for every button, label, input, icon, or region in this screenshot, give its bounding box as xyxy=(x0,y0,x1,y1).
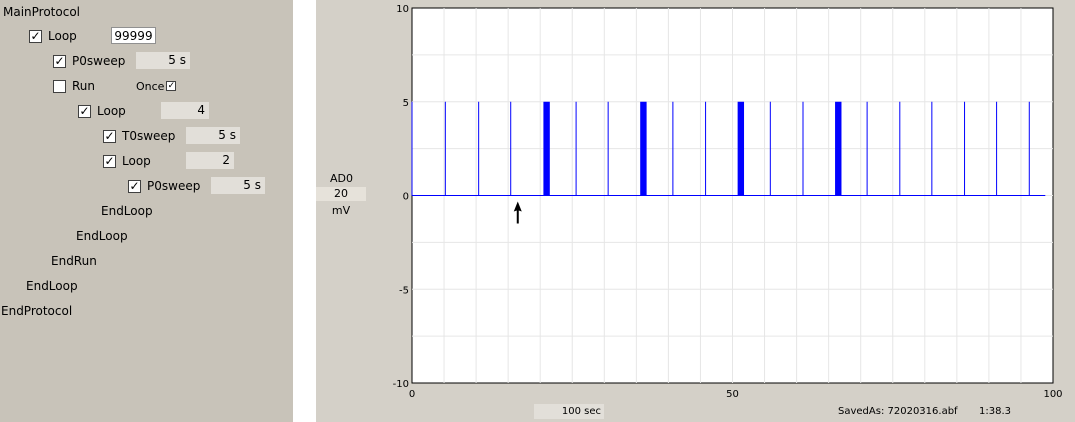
once-checkbox[interactable]: ✓ xyxy=(166,80,177,91)
y-tick-label: 0 xyxy=(403,192,409,203)
loop3-row[interactable]: ✓ Loop xyxy=(103,151,151,171)
t0sweep-duration-field[interactable]: 5 s xyxy=(186,127,240,144)
p0sweep1-row[interactable]: ✓ P0sweep xyxy=(53,51,125,71)
y-tick-label: -5 xyxy=(399,285,409,296)
main-protocol-label: MainProtocol xyxy=(3,5,81,19)
y-tick-label: -10 xyxy=(393,379,409,390)
elapsed-time: 1:38.3 xyxy=(979,406,1011,417)
loop1-checkbox[interactable]: ✓ xyxy=(29,28,42,43)
p0sweep1-label: P0sweep xyxy=(72,54,126,68)
run-row[interactable]: Run xyxy=(53,76,95,96)
endloop3-label: EndLoop xyxy=(101,204,153,218)
loop3-checkbox[interactable]: ✓ xyxy=(103,153,116,168)
t0sweep-label: T0sweep xyxy=(122,129,176,143)
endloop1-label: EndLoop xyxy=(26,279,78,293)
endloop2-label: EndLoop xyxy=(76,229,128,243)
channel-scale-field[interactable]: 20 xyxy=(316,187,366,201)
y-tick-label: 5 xyxy=(403,98,409,109)
p0sweep2-checkbox[interactable]: ✓ xyxy=(128,178,141,193)
t0sweep-row[interactable]: ✓ T0sweep xyxy=(103,126,175,146)
p0sweep2-row[interactable]: ✓ P0sweep xyxy=(128,176,200,196)
y-tick-label: 10 xyxy=(396,4,409,15)
check-icon: ✓ xyxy=(129,178,140,193)
run-checkbox[interactable] xyxy=(53,79,66,93)
channel-unit: mV xyxy=(331,204,351,217)
pulse-burst xyxy=(835,101,842,196)
timebase-field[interactable]: 100 sec xyxy=(534,404,604,419)
loop2-label: Loop xyxy=(97,104,126,118)
protocol-panel: MainProtocol ✓ Loop 99999 ✓ P0sweep 5 s … xyxy=(0,0,293,422)
pulse-burst xyxy=(737,101,745,196)
x-tick-label: 0 xyxy=(409,389,415,400)
endrun-label: EndRun xyxy=(51,254,97,268)
loop1-row[interactable]: ✓ Loop xyxy=(29,26,77,46)
check-icon: ✓ xyxy=(79,103,90,118)
check-icon: ✓ xyxy=(104,153,115,168)
scope-chart-svg[interactable]: 1050-5-100 50 100 xyxy=(366,0,1071,403)
check-icon: ✓ xyxy=(104,128,115,143)
once-label: Once xyxy=(136,79,165,93)
once-option[interactable]: Once ✓ xyxy=(136,76,177,96)
saved-as-status: SavedAs: 72020316.abf xyxy=(838,406,958,417)
splitter[interactable] xyxy=(293,0,316,422)
channel-name: AD0 xyxy=(330,172,353,185)
run-label: Run xyxy=(72,79,96,93)
p0sweep2-label: P0sweep xyxy=(147,179,201,193)
t0sweep-checkbox[interactable]: ✓ xyxy=(103,128,116,143)
loop1-count-field[interactable]: 99999 xyxy=(111,27,156,44)
p0sweep2-duration-field[interactable]: 5 s xyxy=(211,177,265,194)
loop1-label: Loop xyxy=(48,29,77,43)
end-protocol-label: EndProtocol xyxy=(1,304,73,318)
p0sweep1-duration-field[interactable]: 5 s xyxy=(136,52,190,69)
x-tick-label: 50 xyxy=(726,389,739,400)
check-icon: ✓ xyxy=(54,53,65,68)
check-icon: ✓ xyxy=(30,28,41,43)
loop3-count-field[interactable]: 2 xyxy=(186,152,234,169)
pulse-burst xyxy=(543,101,550,196)
check-icon: ✓ xyxy=(167,80,176,91)
loop2-checkbox[interactable]: ✓ xyxy=(78,103,91,118)
pulse-burst xyxy=(640,101,647,196)
loop2-row[interactable]: ✓ Loop xyxy=(78,101,126,121)
scope-plot[interactable]: 10 5 0 -5 -10 0 50 100 xyxy=(366,0,1071,403)
loop2-count-field[interactable]: 4 xyxy=(161,102,209,119)
p0sweep1-checkbox[interactable]: ✓ xyxy=(53,53,66,68)
loop3-label: Loop xyxy=(122,154,151,168)
x-tick-label: 100 xyxy=(1043,389,1062,400)
